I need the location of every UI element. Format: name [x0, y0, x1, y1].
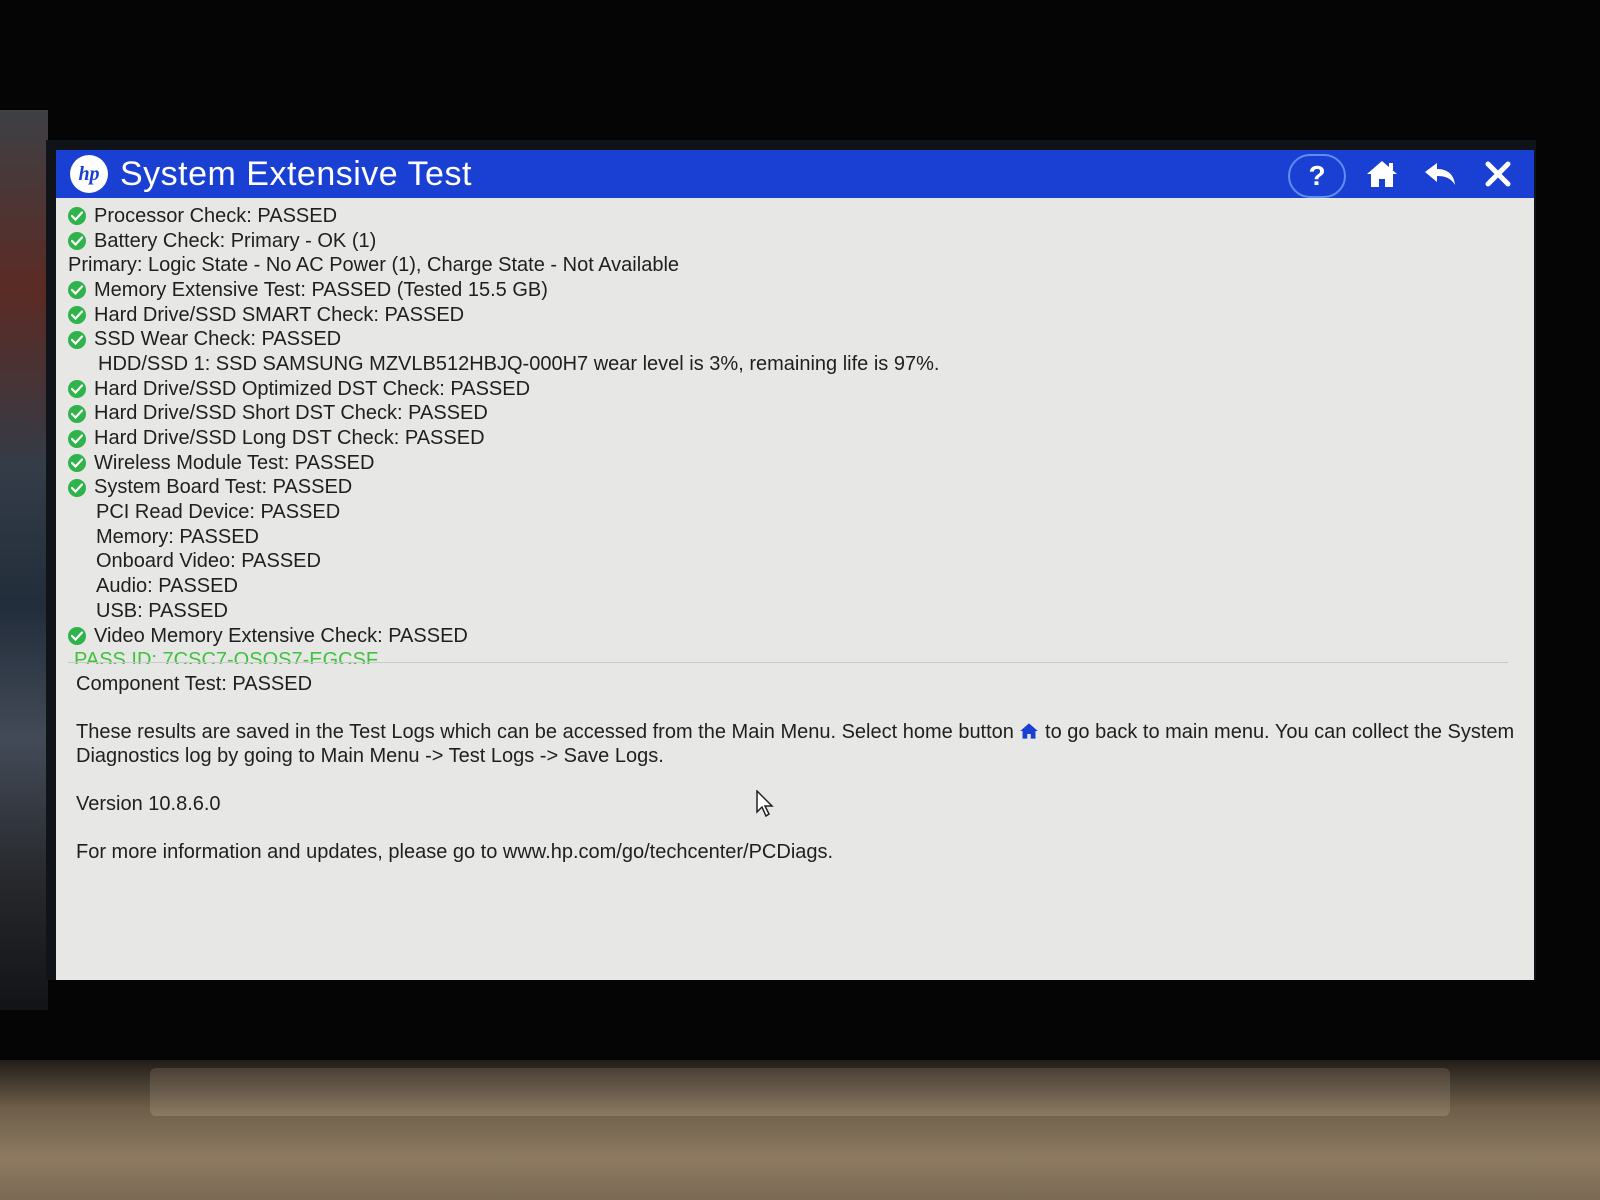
result-row: Hard Drive/SSD Long DST Check: PASSED	[68, 426, 1508, 451]
title-bar: hp System Extensive Test ?	[56, 150, 1534, 198]
check-circle-icon	[68, 429, 86, 448]
check-circle-icon	[68, 330, 86, 349]
mouse-cursor-icon	[756, 790, 774, 818]
home-button[interactable]	[1360, 154, 1404, 194]
result-text: Processor Check: PASSED	[94, 204, 338, 227]
result-row: Hard Drive/SSD SMART Check: PASSED	[68, 303, 1508, 328]
result-text: SSD Wear Check: PASSED	[94, 328, 342, 351]
home-icon	[1367, 161, 1397, 187]
help-icon: ?	[1308, 160, 1326, 191]
result-row: Audio: PASSED	[68, 574, 1508, 599]
results-divider	[68, 662, 1508, 663]
check-circle-icon	[68, 306, 86, 325]
window-title: System Extensive Test	[120, 154, 472, 193]
result-text: HDD/SSD 1: SSD SAMSUNG MZVLB512HBJQ-000H…	[98, 352, 940, 375]
help-button[interactable]: ?	[1288, 154, 1346, 198]
result-row: HDD/SSD 1: SSD SAMSUNG MZVLB512HBJQ-000H…	[68, 352, 1508, 377]
result-text: Onboard Video: PASSED	[96, 550, 321, 573]
result-row: Wireless Module Test: PASSED	[68, 451, 1508, 476]
result-row: Processor Check: PASSED	[68, 204, 1508, 229]
home-icon	[1020, 723, 1039, 739]
result-text: Memory: PASSED	[96, 525, 259, 548]
result-text: Hard Drive/SSD Long DST Check: PASSED	[94, 427, 485, 450]
version-text: Version 10.8.6.0	[76, 793, 221, 815]
result-text: Hard Drive/SSD Optimized DST Check: PASS…	[94, 377, 531, 400]
test-logs-note: These results are saved in the Test Logs…	[76, 721, 1515, 767]
diagnostics-screen: hp System Extensive Test ? Processor Che…	[56, 150, 1534, 980]
check-circle-icon	[68, 232, 86, 251]
close-button[interactable]	[1476, 154, 1520, 194]
check-circle-icon	[68, 281, 86, 300]
check-circle-icon	[68, 627, 86, 646]
result-row: Video Memory Extensive Check: PASSED	[68, 624, 1508, 649]
result-text: System Board Test: PASSED	[94, 476, 353, 499]
background-window-strip	[0, 110, 48, 1010]
back-arrow-icon	[1425, 163, 1455, 185]
result-text: Hard Drive/SSD Short DST Check: PASSED	[94, 402, 488, 425]
result-row: PCI Read Device: PASSED	[68, 500, 1508, 525]
result-text: PCI Read Device: PASSED	[96, 501, 341, 524]
check-circle-icon	[68, 454, 86, 473]
laptop-hinge	[150, 1068, 1450, 1116]
back-button[interactable]	[1418, 154, 1462, 194]
result-text: Primary: Logic State - No AC Power (1), …	[68, 254, 680, 277]
result-text: Hard Drive/SSD SMART Check: PASSED	[94, 303, 465, 326]
component-test-status: Component Test: PASSED	[76, 673, 313, 695]
result-row: USB: PASSED	[68, 599, 1508, 624]
result-row: Primary: Logic State - No AC Power (1), …	[68, 253, 1508, 278]
check-circle-icon	[68, 380, 86, 399]
result-row: Hard Drive/SSD Optimized DST Check: PASS…	[68, 377, 1508, 402]
result-text: USB: PASSED	[96, 599, 228, 622]
check-circle-icon	[68, 478, 86, 497]
result-text: Audio: PASSED	[96, 575, 238, 598]
result-text: Wireless Module Test: PASSED	[94, 451, 375, 474]
result-row: Hard Drive/SSD Short DST Check: PASSED	[68, 402, 1508, 427]
result-row: Battery Check: Primary - OK (1)	[68, 229, 1508, 254]
close-icon	[1485, 161, 1511, 187]
check-circle-icon	[68, 404, 86, 423]
result-row: Memory Extensive Test: PASSED (Tested 15…	[68, 278, 1508, 303]
check-circle-icon	[68, 207, 86, 226]
result-row: System Board Test: PASSED	[68, 476, 1508, 501]
more-info-text: For more information and updates, please…	[76, 841, 834, 863]
summary-section: Component Test: PASSED These results are…	[76, 672, 1516, 864]
result-text: Memory Extensive Test: PASSED (Tested 15…	[94, 278, 548, 301]
test-results-list[interactable]: Processor Check: PASSED Battery Check: Pr…	[68, 204, 1508, 664]
result-row: Memory: PASSED	[68, 525, 1508, 550]
result-row: SSD Wear Check: PASSED	[68, 327, 1508, 352]
hp-logo: hp	[70, 155, 108, 193]
result-text: Video Memory Extensive Check: PASSED	[94, 624, 468, 647]
result-text: Battery Check: Primary - OK (1)	[94, 229, 377, 252]
result-row: Onboard Video: PASSED	[68, 550, 1508, 575]
title-bar-buttons: ?	[1288, 154, 1520, 198]
